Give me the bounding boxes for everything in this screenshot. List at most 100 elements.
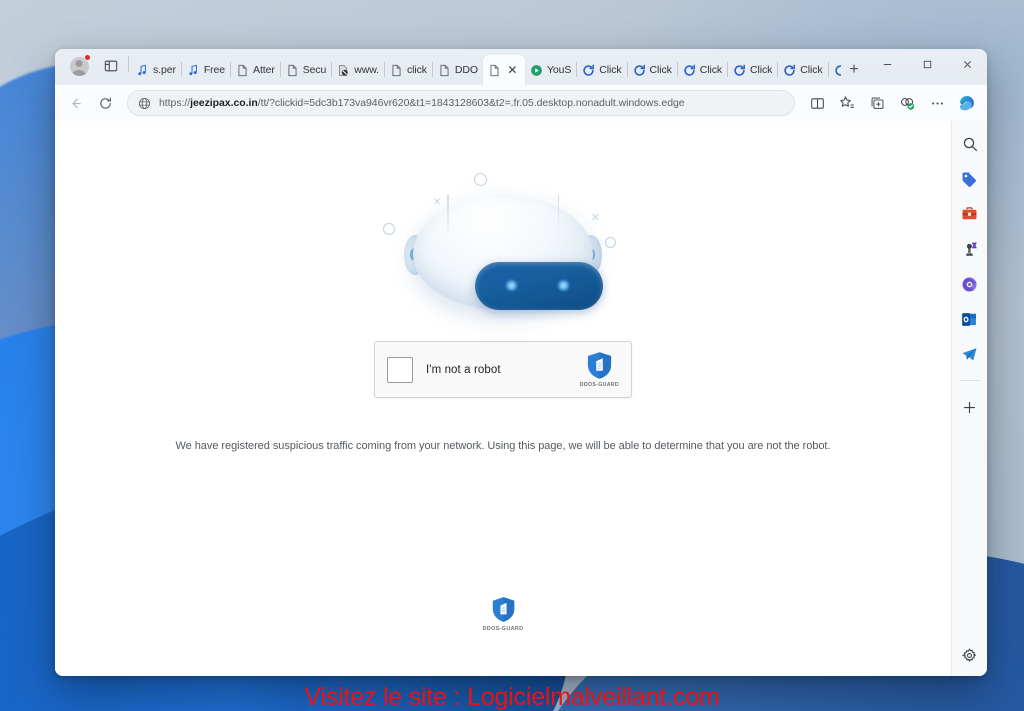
music-icon [189,64,197,75]
page-icon [288,64,297,76]
page-content: ✕ ✕ ✕ I'm not a robot [55,121,951,676]
refresh-button[interactable] [91,89,119,117]
decor-circle-icon [383,223,395,235]
footer-brand-text: DDOS-GUARD [482,626,524,632]
decor-circle-icon [474,173,487,186]
tab-title: Click [800,64,823,76]
favorites-icon[interactable] [833,89,861,117]
new-tab-button[interactable]: + [841,57,867,83]
page-icon [490,64,499,76]
robot-head [413,195,603,310]
tab[interactable]: YouS [525,55,576,85]
youtube-icon [531,64,542,76]
collections-icon[interactable] [863,89,891,117]
minimize-button[interactable] [867,49,907,80]
loading-icon [684,64,695,76]
tab-title: DDO [454,64,478,76]
tab[interactable]: Click [778,55,827,85]
shield-icon [587,352,611,379]
tab-title: YouS [546,64,572,76]
tab[interactable]: Click [829,55,841,85]
add-sidebar-app-button[interactable] [957,394,983,420]
tab[interactable]: Click [628,55,677,85]
blocked-icon [339,64,349,76]
tab-actions-icon[interactable] [98,53,124,79]
ddos-guard-brand-text: DDOS-GUARD [579,382,619,388]
window-body: ✕ ✕ ✕ I'm not a robot [55,121,987,676]
tab-divider [128,55,129,72]
not-a-robot-label: I'm not a robot [426,363,501,376]
browser-window: s.per Free Atter Secu www. click DDO ✕ YouS Click… [55,49,987,676]
tools-icon[interactable] [957,201,983,227]
robot-visor [475,262,603,310]
close-button[interactable] [947,49,987,80]
tab[interactable]: Click [678,55,727,85]
navigation-toolbar: https://jeezipax.co.in/tt/?clickid=5dc3b… [55,85,987,121]
telegram-icon[interactable] [957,341,983,367]
tab[interactable]: Secu [281,55,332,85]
tab-title: Secu [302,64,327,76]
tab-active[interactable]: ✕ [482,55,525,85]
notification-dot-icon [84,54,91,61]
loading-icon [583,64,595,76]
address-bar[interactable]: https://jeezipax.co.in/tt/?clickid=5dc3b… [127,90,795,116]
copilot-icon[interactable] [953,89,981,117]
tab[interactable]: Click [728,55,777,85]
sidebar-divider [959,380,980,381]
robot-eye-left [505,280,518,291]
browser-essentials-icon[interactable] [893,89,921,117]
back-button[interactable] [61,89,89,117]
robot-eye-right [557,280,570,291]
loading-icon [834,64,841,76]
tab-strip: s.per Free Atter Secu www. click DDO ✕ YouS Click… [55,49,987,85]
window-controls [867,49,987,85]
page-icon [392,64,401,76]
music-icon [138,64,146,75]
tab-title: Click [699,64,723,76]
tab-title: Click [649,64,672,76]
outlook-icon[interactable] [957,306,983,332]
tab[interactable]: Click [577,55,626,85]
url-prefix: https:// [159,97,191,109]
profile-avatar[interactable] [65,52,93,80]
tab[interactable]: DDO [433,55,483,85]
tab[interactable]: Atter [231,55,280,85]
tab-title: Click [599,64,622,76]
ddos-guard-branding: DDOS-GUARD [580,351,619,388]
maximize-button[interactable] [907,49,947,80]
loading-icon [784,64,796,76]
suspicious-traffic-notice: We have registered suspicious traffic co… [175,440,831,452]
split-screen-icon[interactable] [803,89,831,117]
tab[interactable]: www. [332,55,384,85]
captcha-page: ✕ ✕ ✕ I'm not a robot [55,121,951,452]
games-icon[interactable] [957,236,983,262]
tab[interactable]: s.per [131,55,181,85]
url-domain: jeezipax.co.in [190,97,258,109]
decor-circle-icon [605,237,616,248]
loading-icon [734,64,746,76]
globe-icon [138,97,151,109]
more-options-icon[interactable] [923,89,951,117]
page-icon [238,64,247,76]
tab-title: Click [750,64,773,76]
decor-spark-icon: ✕ [590,212,600,224]
tab-list: s.per Free Atter Secu www. click DDO ✕ YouS Click… [131,55,841,85]
loading-icon [633,64,645,76]
url-text: https://jeezipax.co.in/tt/?clickid=5dc3b… [159,97,685,109]
settings-gear-icon[interactable] [957,642,983,668]
shopping-tag-icon[interactable] [957,166,983,192]
tab[interactable]: Free [182,55,230,85]
microsoft365-icon[interactable] [957,271,983,297]
watermark-text: Visitez le site : Logicielmalveillant.co… [304,683,720,711]
search-icon[interactable] [957,131,983,157]
url-path: /tt/?clickid=5dc3b173va946vr620&t1=18431… [257,97,685,109]
tabstrip-system-area [61,49,131,85]
tab-title: Atter [253,64,275,76]
tab[interactable]: click [385,55,432,85]
page-icon [440,64,449,76]
tab-close-icon[interactable]: ✕ [505,63,520,78]
shield-icon [492,597,514,622]
not-a-robot-checkbox[interactable] [387,356,413,383]
captcha-widget[interactable]: I'm not a robot DDOS-GUARD [374,341,632,398]
tab-title: click [406,64,427,76]
